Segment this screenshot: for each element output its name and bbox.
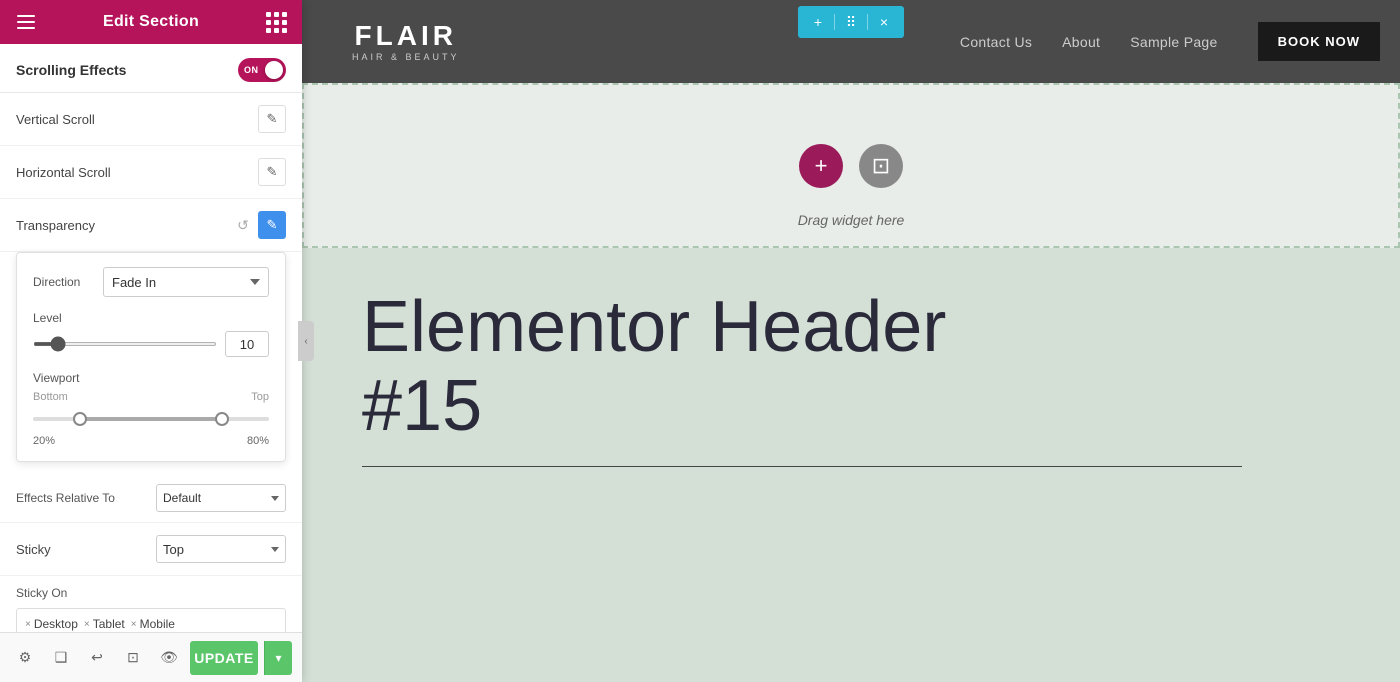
viewport-pct-right: 80% [247,435,269,447]
collapse-handle[interactable]: ‹ [298,321,314,361]
nav-link-about[interactable]: About [1062,34,1100,50]
heading-divider [362,466,1242,467]
settings-icon-btn[interactable]: ⚙ [10,643,40,673]
transparency-popup: Direction Fade In Fade Out Level 10 View… [16,252,286,462]
update-button[interactable]: UPDATE [190,641,258,675]
horizontal-scroll-label: Horizontal Scroll [16,165,111,180]
sticky-on-section: Sticky On × Desktop × Tablet × Mobile [0,576,302,632]
widget-section: + ⊡ Drag widget here [302,83,1400,248]
top-toolbar: + ⠿ × [798,6,904,38]
sticky-tag-desktop: × Desktop [25,615,78,632]
effects-relative-row: Effects Relative To Default Viewport Pag… [0,474,302,523]
heading-line2: #15 [362,366,482,446]
nav-link-sample[interactable]: Sample Page [1130,34,1217,50]
toolbar-move-btn[interactable]: ⠿ [839,10,863,34]
sticky-on-tags: × Desktop × Tablet × Mobile [16,608,286,632]
panel-header: Edit Section [0,0,302,44]
toggle-on-label: ON [244,65,259,75]
main-heading: Elementor Header #15 [362,288,1340,446]
panel-footer: ⚙ ❑ ↩ ⊡ 👁 UPDATE ▾ [0,632,302,682]
transparency-edit-btn[interactable]: ✎ [258,211,286,239]
direction-select[interactable]: Fade In Fade Out [103,267,269,297]
scrolling-effects-row: Scrolling Effects ON [0,44,302,93]
direction-label: Direction [33,275,93,289]
transparency-btns: ↺ ✎ [232,211,286,239]
nav-book-button[interactable]: BOOK NOW [1258,22,1380,61]
transparency-reset-icon[interactable]: ↺ [232,214,254,236]
add-widget-btn-red[interactable]: + [799,144,843,188]
history-icon-btn[interactable]: ↩ [82,643,112,673]
sticky-tag-tablet: × Tablet [84,615,125,632]
viewport-pct-labels: 20% 80% [33,435,269,447]
level-label: Level [33,311,93,325]
horizontal-scroll-row: Horizontal Scroll ✎ [0,146,302,199]
apps-grid-icon[interactable] [264,10,288,34]
logo-main-text: FLAIR [355,22,457,50]
transparency-row: Transparency ↺ ✎ [0,199,302,252]
layers-icon-btn[interactable]: ❑ [46,643,76,673]
responsive-icon-btn[interactable]: ⊡ [118,643,148,673]
tag-mobile-remove[interactable]: × [131,619,137,630]
add-widget-btn-gray[interactable]: ⊡ [859,144,903,188]
logo-sub-text: HAIR & BEAUTY [352,52,460,62]
tag-tablet-remove[interactable]: × [84,619,90,630]
sticky-on-label: Sticky On [16,586,286,600]
viewport-row: Viewport Bottom Top 20% 80% [33,371,269,447]
eye-icon-btn[interactable]: 👁 [154,643,184,673]
nav-logo: FLAIR HAIR & BEAUTY [352,22,460,62]
toolbar-close-btn[interactable]: × [872,10,896,34]
update-arrow-button[interactable]: ▾ [264,641,292,675]
heading-line1: Elementor Header [362,287,946,367]
viewport-pct-left: 20% [33,435,55,447]
nav-bar: + ⠿ × FLAIR HAIR & BEAUTY Contact Us Abo… [302,0,1400,83]
dual-slider-fill [80,417,222,421]
toolbar-separator-2 [867,14,868,30]
left-panel: Edit Section Scrolling Effects ON Vertic [0,0,302,682]
scrolling-effects-label: Scrolling Effects [16,62,126,78]
transparency-label: Transparency [16,218,95,233]
sticky-label: Sticky [16,542,51,557]
viewport-top-label: Top [251,391,269,403]
nav-link-contact[interactable]: Contact Us [960,34,1032,50]
level-row: Level 10 [33,311,269,357]
nav-links: Contact Us About Sample Page BOOK NOW [960,22,1380,61]
vertical-scroll-label: Vertical Scroll [16,112,95,127]
sticky-select[interactable]: None Top Bottom [156,535,286,563]
scrolling-effects-toggle[interactable]: ON [238,58,286,82]
dual-thumb-left[interactable] [73,412,87,426]
viewport-edge-labels: Bottom Top [33,391,269,403]
horizontal-scroll-edit-btn[interactable]: ✎ [258,158,286,186]
panel-title: Edit Section [103,13,199,31]
hamburger-menu-icon[interactable] [14,10,38,34]
panel-body: Scrolling Effects ON Vertical Scroll ✎ H… [0,44,302,632]
viewport-label: Viewport [33,371,93,385]
level-slider[interactable] [33,342,217,346]
level-slider-row: 10 [33,331,269,357]
viewport-dual-slider[interactable] [33,409,269,429]
content-area: + ⊡ Drag widget here Elementor Header #1… [302,83,1400,682]
vertical-scroll-edit-btn[interactable]: ✎ [258,105,286,133]
sticky-tag-mobile: × Mobile [131,615,175,632]
tag-desktop-remove[interactable]: × [25,619,31,630]
direction-row: Direction Fade In Fade Out [33,267,269,297]
toolbar-separator [834,14,835,30]
sticky-row: Sticky None Top Bottom [0,523,302,576]
effects-relative-label: Effects Relative To [16,491,115,505]
main-content: + ⠿ × FLAIR HAIR & BEAUTY Contact Us Abo… [302,0,1400,682]
drag-widget-text: Drag widget here [798,212,905,228]
dual-thumb-right[interactable] [215,412,229,426]
toolbar-add-btn[interactable]: + [806,10,830,34]
vertical-scroll-row: Vertical Scroll ✎ [0,93,302,146]
level-input[interactable]: 10 [225,331,269,357]
heading-section: Elementor Header #15 [302,248,1400,682]
effects-relative-select[interactable]: Default Viewport Page [156,484,286,512]
viewport-bottom-label: Bottom [33,391,68,403]
